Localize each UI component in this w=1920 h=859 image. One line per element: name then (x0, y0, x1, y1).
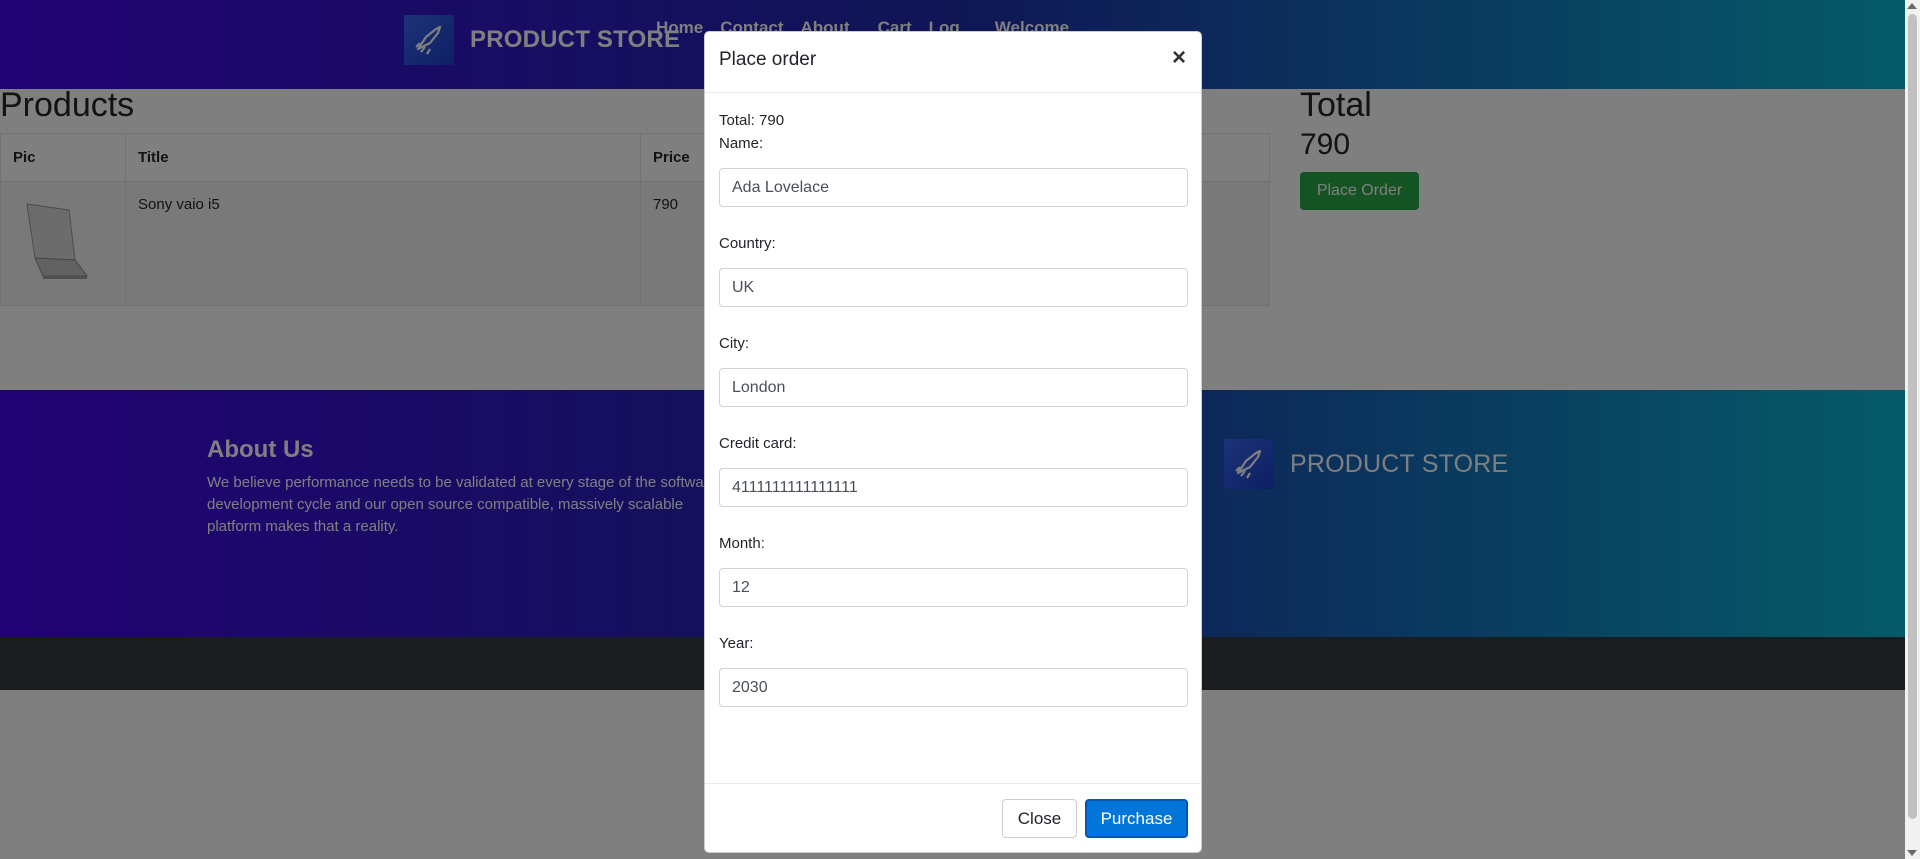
close-button[interactable]: Close (1002, 799, 1077, 838)
order-form: Total: 790 Name: Country: City: Credit c… (719, 109, 1189, 732)
scroll-up-arrow-icon[interactable] (1907, 3, 1917, 9)
year-label: Year: (719, 635, 754, 652)
close-icon[interactable]: × (1172, 46, 1186, 70)
credit-card-label: Credit card: (719, 435, 797, 452)
scroll-thumb[interactable] (1908, 14, 1917, 819)
credit-card-input[interactable] (719, 468, 1188, 507)
purchase-button[interactable]: Purchase (1085, 799, 1188, 838)
name-input[interactable] (719, 168, 1188, 207)
modal-title: Place order (719, 49, 817, 70)
page-scrollbar[interactable] (1905, 0, 1920, 859)
country-input[interactable] (719, 268, 1188, 307)
scroll-down-arrow-icon[interactable] (1907, 850, 1917, 856)
month-input[interactable] (719, 568, 1188, 607)
order-total: Total: 790 (719, 112, 785, 129)
city-input[interactable] (719, 368, 1188, 407)
year-input[interactable] (719, 668, 1188, 707)
name-label: Name: (719, 135, 764, 152)
city-label: City: (719, 335, 749, 352)
place-order-modal: Place order × Total: 790 Name: Country: … (704, 31, 1202, 853)
modal-header: Place order × (705, 32, 1201, 93)
month-label: Month: (719, 535, 765, 552)
modal-footer: Close Purchase (705, 783, 1201, 852)
country-label: Country: (719, 235, 776, 252)
